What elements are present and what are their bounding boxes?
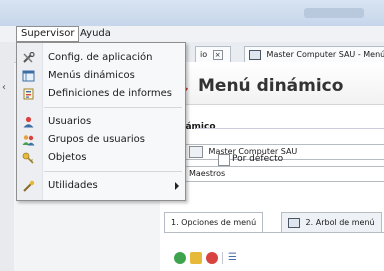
menu-item-config-aplicacion-label: Config. de aplicación (48, 52, 153, 63)
key-icon (22, 152, 34, 164)
delete-icon[interactable] (206, 252, 218, 264)
window-icon (22, 70, 35, 82)
menu-ayuda[interactable]: Ayuda (76, 27, 115, 41)
subtabs-bar: 1. Opciones de menú 2. Arbol de menú (164, 212, 384, 233)
menu-item-grupos-usuarios-label: Grupos de usuarios (48, 134, 145, 145)
supervisor-dropdown-menu: Config. de aplicación Menús dinámicos De… (16, 42, 186, 201)
menu-item-objetos[interactable]: Objetos (17, 149, 185, 167)
window-title-blur (304, 8, 364, 18)
users-icon (22, 135, 35, 146)
window-icon (249, 49, 261, 60)
menubar: Supervisor Ayuda (0, 26, 384, 43)
menu-item-usuarios-label: Usuarios (48, 116, 92, 127)
nombre-field[interactable]: Maestros (184, 166, 384, 182)
tab-inicio-label: io (200, 50, 208, 59)
window-titlebar (0, 0, 384, 26)
tools-icon (23, 180, 35, 192)
lookup-icon[interactable] (189, 145, 203, 158)
section-divider (196, 128, 384, 129)
page-header: Menú dinámico (160, 62, 384, 105)
empresa-field[interactable]: Master Computer SAU (184, 144, 384, 160)
report-icon (23, 88, 34, 100)
menu-separator (44, 107, 182, 108)
menu-item-definiciones-informes-label: Definiciones de informes (48, 88, 173, 99)
menu-item-definiciones-informes[interactable]: Definiciones de informes (17, 85, 185, 103)
user-icon (23, 116, 34, 128)
main-content: Menú dinámico ú dinámico esa Master Comp… (160, 62, 384, 271)
tab-master-computer[interactable]: Master Computer SAU - Menú (244, 46, 384, 62)
subtab-opciones-label: 1. Opciones de menú (171, 218, 257, 227)
nombre-value: Maestros (189, 169, 226, 178)
toolbar-divider (222, 252, 223, 264)
grid-toolbar: ☰ (174, 252, 254, 268)
menu-item-menus-dinamicos-label: Menús dinámicos (48, 70, 135, 81)
tab-inicio[interactable]: io × (195, 46, 231, 62)
tab-master-computer-label: Master Computer SAU - Menú (266, 50, 384, 59)
edit-icon[interactable] (190, 252, 202, 264)
submenu-arrow-icon (175, 182, 179, 190)
menu-item-config-aplicacion[interactable]: Config. de aplicación (17, 49, 185, 67)
default-checkbox[interactable] (218, 154, 230, 166)
menu-item-objetos-label: Objetos (48, 152, 87, 163)
wrench-icon (23, 52, 35, 63)
menu-item-usuarios[interactable]: Usuarios (17, 113, 185, 131)
left-panel: ‹ (0, 42, 14, 271)
page-title: Menú dinámico (198, 76, 344, 96)
left-panel-glyph: ‹ (2, 82, 6, 93)
menu-supervisor[interactable]: Supervisor (16, 26, 80, 42)
add-icon[interactable] (174, 252, 186, 264)
menu-item-utilidades-label: Utilidades (48, 180, 98, 191)
default-checkbox-label: Por defecto (232, 154, 284, 164)
tree-icon (288, 217, 300, 228)
subtab-opciones[interactable]: 1. Opciones de menú (164, 212, 264, 232)
menu-item-utilidades[interactable]: Utilidades (17, 177, 185, 195)
subtab-arbol[interactable]: 2. Arbol de menú (281, 212, 382, 232)
subtab-arbol-label: 2. Arbol de menú (305, 218, 375, 227)
menu-separator (44, 171, 182, 172)
menu-item-grupos-usuarios[interactable]: Grupos de usuarios (17, 131, 185, 149)
list-icon[interactable]: ☰ (228, 252, 237, 263)
menu-item-menus-dinamicos[interactable]: Menús dinámicos (17, 67, 185, 85)
close-icon[interactable]: × (212, 49, 223, 60)
